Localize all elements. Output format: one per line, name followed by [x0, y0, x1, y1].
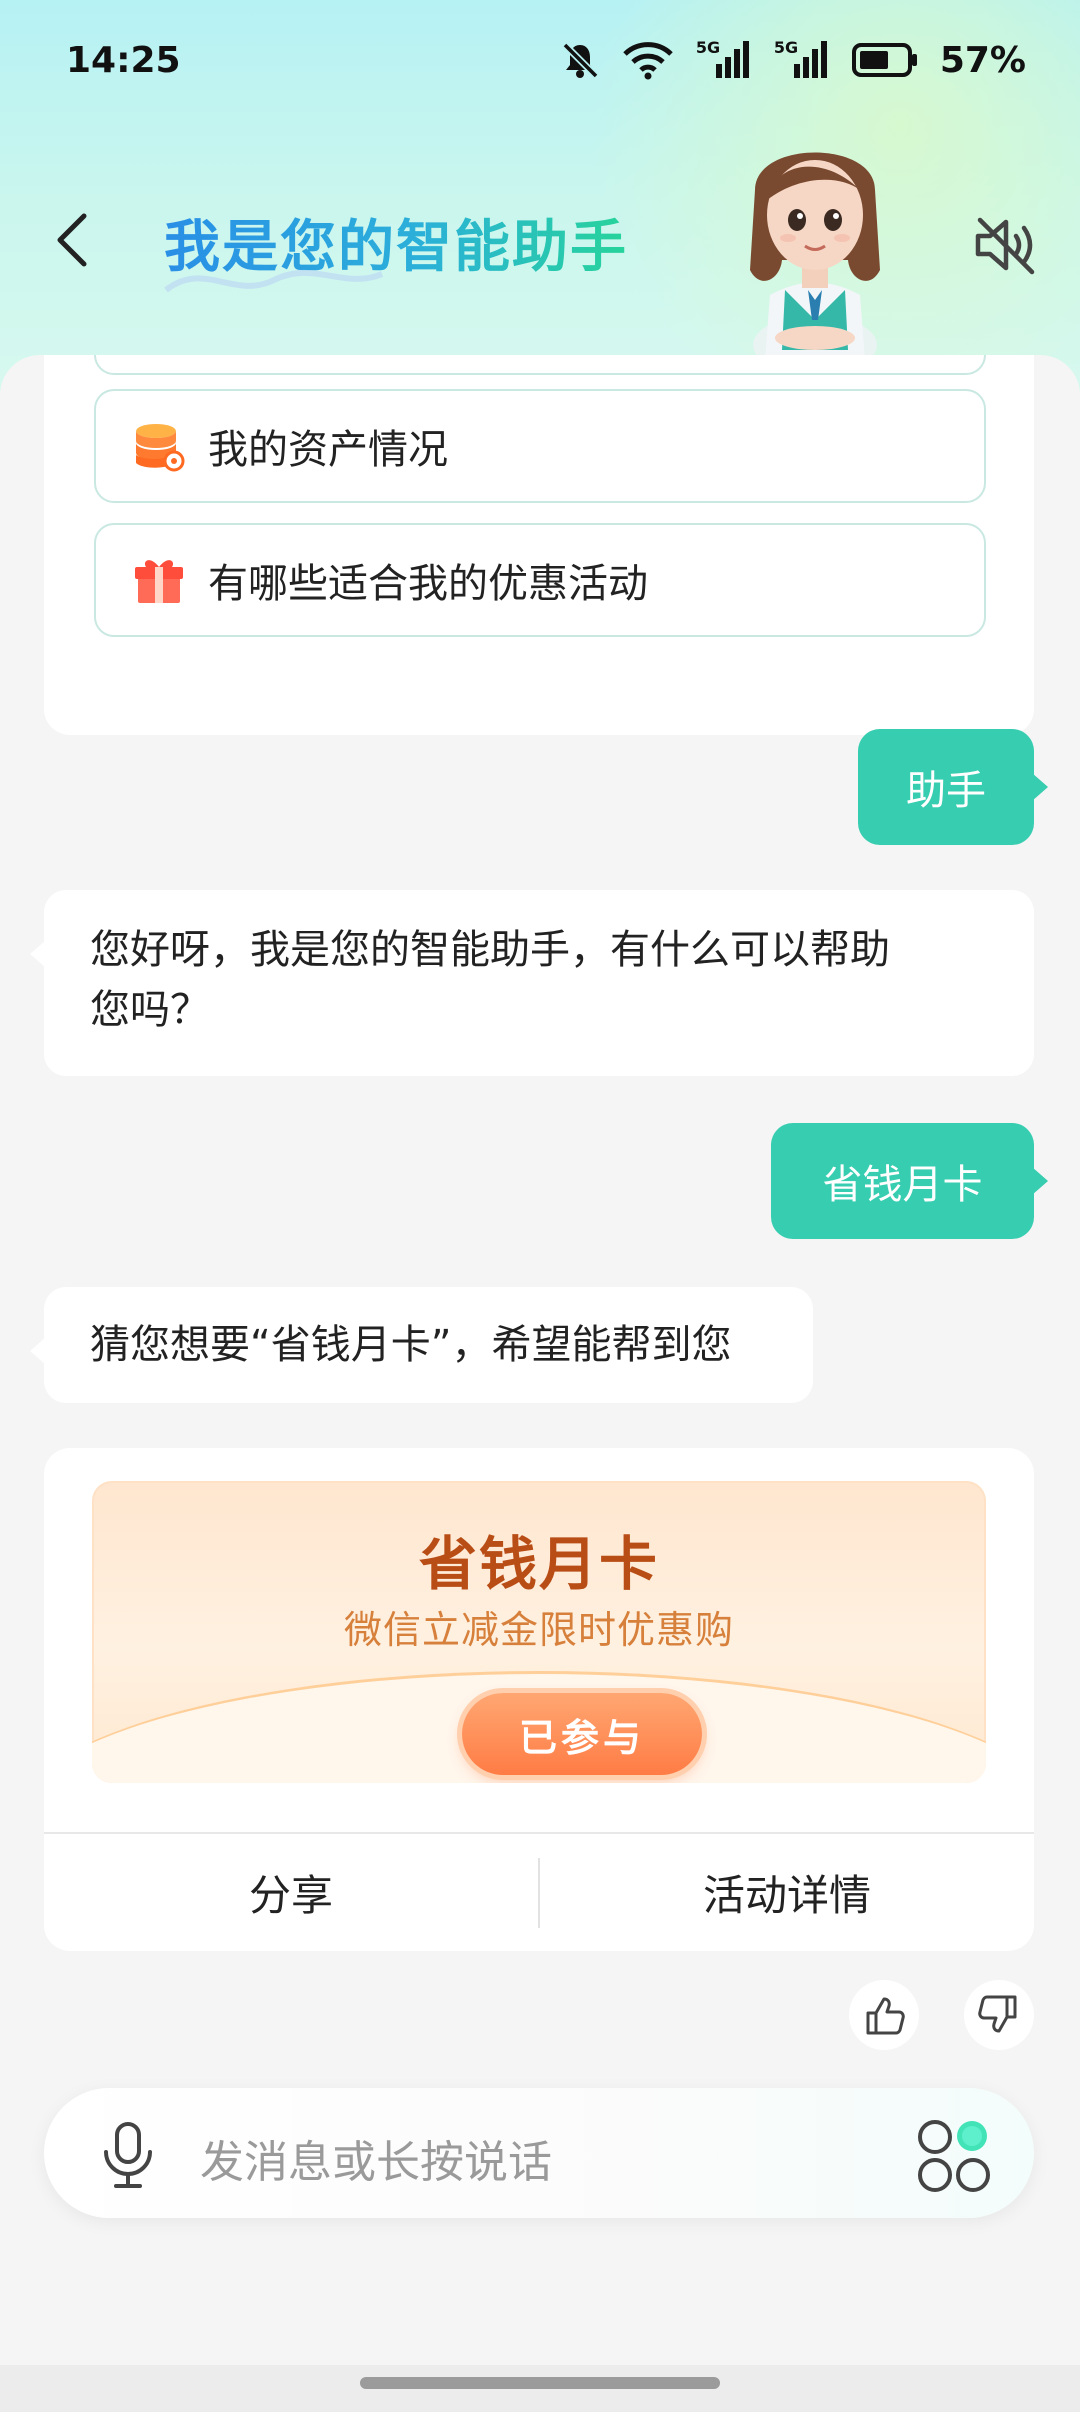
database-icon: [136, 424, 185, 472]
activity-details-button[interactable]: 活动详情: [540, 1834, 1034, 1951]
header: 我是您的智能助手: [0, 150, 1080, 370]
user-message: 省钱月卡: [771, 1123, 1048, 1239]
promo-banner[interactable]: 省钱月卡 微信立减金限时优惠购 已参与: [92, 1481, 986, 1783]
speaker-muted-icon[interactable]: [970, 210, 1040, 280]
wifi-icon: [622, 40, 674, 80]
quick-question-hidden[interactable]: [94, 355, 986, 375]
quick-questions-card: 我的资产情况 有哪些适合我的优惠活动: [44, 355, 1034, 735]
promo-card: 省钱月卡 微信立减金限时优惠购 已参与 分享 活动详情: [44, 1448, 1034, 1951]
chevron-left-icon[interactable]: [48, 210, 96, 270]
gift-icon: [135, 560, 183, 603]
microphone-icon[interactable]: [98, 2120, 158, 2190]
assistant-message: 您好呀，我是您的智能助手，有什么可以帮助 您吗？: [30, 890, 1034, 1076]
quick-question-promotions[interactable]: 有哪些适合我的优惠活动: [94, 523, 986, 637]
signal-5g-icon: 5G: [696, 38, 752, 80]
promo-subtitle: 微信立减金限时优惠购: [343, 1608, 734, 1652]
battery-icon: [851, 42, 918, 78]
message-text-line: 您好呀，我是您的智能助手，有什么可以帮助: [90, 927, 890, 973]
apps-grid-icon[interactable]: [914, 2116, 994, 2196]
thumbs-up-icon[interactable]: [849, 1980, 919, 2050]
battery-percent: 57%: [939, 39, 1026, 81]
assistant-avatar: [750, 152, 880, 370]
home-indicator[interactable]: [360, 2377, 720, 2389]
status-bar: 14:25 5G 5G 57%: [0, 0, 1080, 120]
share-button[interactable]: 分享: [44, 1834, 538, 1951]
title-swoosh-decoration: [164, 269, 384, 293]
message-text: 猜您想要“省钱月卡”，希望能帮到您: [90, 1322, 732, 1368]
promo-title: 省钱月卡: [418, 1530, 659, 1598]
status-icons: 5G 5G 57%: [560, 38, 1026, 81]
message-input[interactable]: 发消息或长按说话: [200, 2126, 552, 2190]
message-input-bar[interactable]: 发消息或长按说话: [44, 2088, 1034, 2218]
status-time: 14:25: [66, 39, 181, 81]
message-text: 省钱月卡: [822, 1162, 983, 1208]
chat-area[interactable]: 我的资产情况 有哪些适合我的优惠活动 助手 您好呀，我是您的智能助手，有什么可以…: [0, 355, 1080, 2365]
joined-button[interactable]: 已参与: [462, 1693, 702, 1775]
assistant-message: 猜您想要“省钱月卡”，希望能帮到您: [30, 1287, 813, 1403]
thumbs-down-icon[interactable]: [964, 1980, 1034, 2050]
promo-actions: 分享 活动详情: [44, 1834, 1034, 1951]
quick-question-label: 我的资产情况: [208, 427, 448, 473]
message-text-line: 您吗？: [90, 987, 210, 1033]
quick-question-assets[interactable]: 我的资产情况: [94, 389, 986, 503]
quick-question-label: 有哪些适合我的优惠活动: [208, 561, 648, 607]
bell-off-icon: [560, 40, 600, 80]
message-text: 助手: [906, 768, 986, 814]
user-message: 助手: [858, 729, 1048, 845]
signal-5g-icon: 5G: [774, 38, 830, 80]
